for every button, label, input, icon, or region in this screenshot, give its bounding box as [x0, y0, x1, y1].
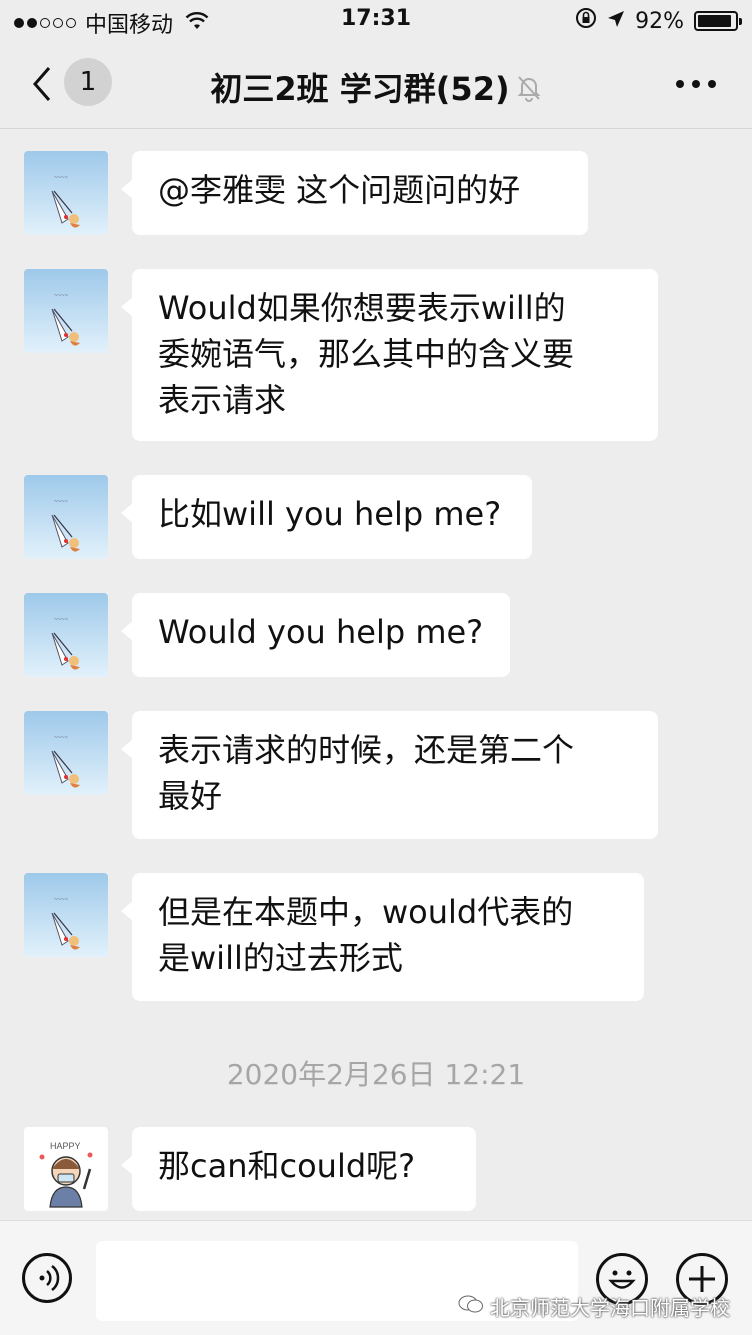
chat-title-text: 初三2班 学习群(52) — [210, 70, 510, 108]
landscape-avatar[interactable]: ~~~~ — [24, 711, 108, 795]
rotation-lock-icon — [575, 7, 597, 35]
watermark-text: 北京师范大学海口附属学校 — [490, 1296, 730, 1320]
svg-text:~~~~: ~~~~ — [54, 735, 69, 741]
dot-icon — [676, 80, 684, 88]
svg-text:~~~~: ~~~~ — [54, 293, 69, 299]
message-list[interactable]: ~~~~ @李雅雯 这个问题问的好 ~~~~ Would如果你想要表示will的… — [0, 129, 752, 1219]
message-bubble[interactable]: Would you help me? — [121, 593, 510, 677]
chat-title: 初三2班 学习群(52) — [0, 64, 752, 110]
message-bubble[interactable]: 比如will you help me? — [121, 475, 532, 559]
landscape-avatar[interactable]: ~~~~ — [24, 151, 108, 235]
battery-icon — [694, 11, 742, 31]
battery-percent: 92% — [635, 8, 684, 34]
message-bubble[interactable]: 表示请求的时候，还是第二个 最好 — [121, 711, 658, 839]
svg-text:~~~~: ~~~~ — [54, 499, 69, 505]
watermark: 北京师范大学海口附属学校 — [458, 1292, 730, 1321]
battery-level — [698, 15, 732, 27]
cartoon-avatar[interactable]: HAPPY — [24, 1127, 108, 1211]
nav-bar: 1 初三2班 学习群(52) — [0, 40, 752, 129]
mute-bell-icon — [516, 72, 542, 110]
voice-input-button[interactable] — [22, 1253, 72, 1303]
landscape-avatar[interactable]: ~~~~ — [24, 873, 108, 957]
message-bubble[interactable]: Would如果你想要表示will的 委婉语气，那么其中的含义要 表示请求 — [121, 269, 658, 441]
landscape-avatar[interactable]: ~~~~ — [24, 593, 108, 677]
wechat-logo-icon — [458, 1294, 484, 1319]
message-bubble[interactable]: @李雅雯 这个问题问的好 — [121, 151, 588, 235]
dot-icon — [692, 80, 700, 88]
svg-text:HAPPY: HAPPY — [50, 1141, 81, 1151]
dot-icon — [708, 80, 716, 88]
status-right: 92% — [565, 7, 742, 35]
input-bar: 北京师范大学海口附属学校 — [0, 1220, 752, 1335]
more-options-button[interactable] — [676, 80, 716, 90]
status-bar: 中国移动 17:31 92% — [0, 0, 752, 40]
landscape-avatar[interactable]: ~~~~ — [24, 269, 108, 353]
chat-timestamp: 2020年2月26日 12:21 — [226, 1058, 526, 1091]
landscape-avatar[interactable]: ~~~~ — [24, 475, 108, 559]
message-bubble[interactable]: 那can和could呢? — [121, 1127, 476, 1211]
location-arrow-icon — [607, 9, 625, 34]
voice-wave-icon — [39, 1265, 60, 1291]
svg-text:~~~~: ~~~~ — [54, 897, 69, 903]
svg-text:~~~~: ~~~~ — [54, 175, 69, 181]
message-bubble[interactable]: 但是在本题中，would代表的 是will的过去形式 — [121, 873, 644, 1001]
svg-text:~~~~: ~~~~ — [54, 617, 69, 623]
